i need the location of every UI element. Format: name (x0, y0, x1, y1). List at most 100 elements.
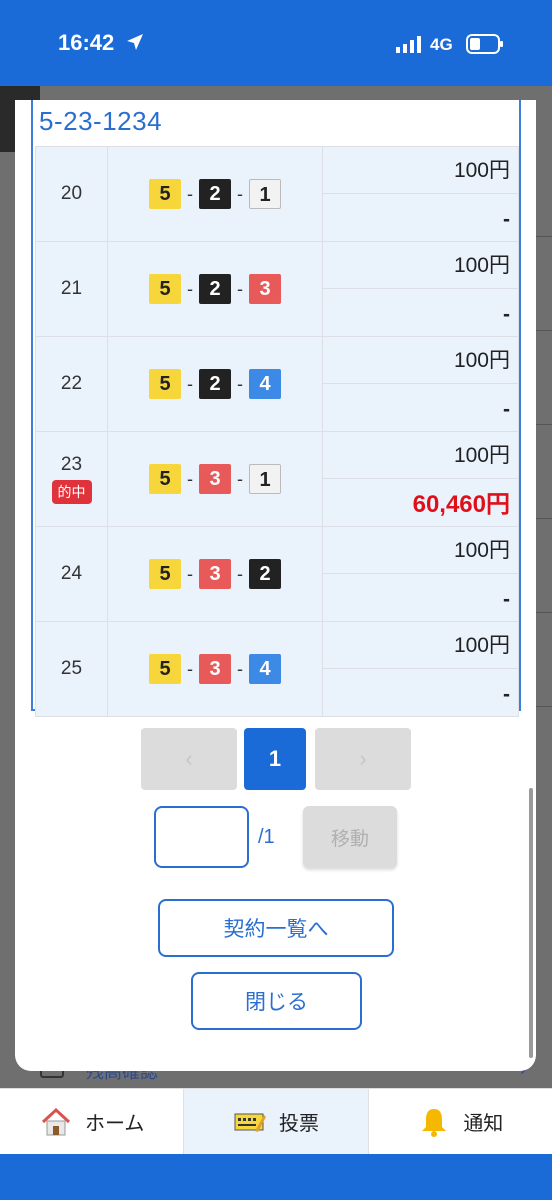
bet-number-cell: 23 的中 (35, 431, 108, 527)
bet-number: 20 (60, 183, 83, 204)
combo-separator: - (187, 563, 193, 584)
boat-number: 5 (149, 369, 181, 399)
page-prev-button[interactable]: ‹ (141, 728, 237, 790)
boat-combination: 5-3-2 (149, 559, 281, 589)
hit-badge: 的中 (51, 480, 92, 504)
home-indicator-area (0, 1154, 552, 1200)
amount-cell: 100円 - (322, 526, 519, 622)
bet-amount: 100円 (323, 527, 518, 574)
payout-amount: - (503, 588, 510, 611)
tab-bar: ホーム 投票 通知 (0, 1088, 552, 1154)
boat-number: 2 (199, 179, 231, 209)
status-bar: 16:42 4G (0, 0, 552, 86)
bell-icon (422, 1108, 447, 1137)
tab-vote[interactable]: 投票 (184, 1089, 369, 1154)
payout-amount: - (503, 398, 510, 421)
combination-cell: 5-2-4 (107, 336, 323, 432)
amount-cell: 100円 - (322, 241, 519, 337)
boat-number: 4 (249, 369, 281, 399)
bet-table: 20 5-2-1 100円 -21 5-2-3 100円 -22 5-2-4 100円 -23 的中… (35, 146, 519, 717)
combo-separator: - (237, 563, 243, 584)
bet-number: 23 (60, 454, 83, 475)
boat-number: 2 (199, 274, 231, 304)
tab-home-label: ホーム (84, 1113, 145, 1135)
amount-cell: 100円 - (322, 621, 519, 717)
move-button[interactable]: 移動 (303, 806, 397, 868)
boat-number: 5 (149, 274, 181, 304)
battery-icon (466, 34, 503, 54)
combo-separator: - (237, 468, 243, 489)
bet-number: 25 (60, 658, 83, 679)
boat-combination: 5-3-4 (149, 654, 281, 684)
boat-number: 1 (249, 179, 281, 209)
boat-combination: 5-3-1 (149, 464, 281, 494)
combo-separator: - (187, 183, 193, 204)
combo-separator: - (187, 278, 193, 299)
combo-separator: - (237, 658, 243, 679)
bet-number: 22 (60, 373, 83, 394)
bet-amount: 100円 (323, 242, 518, 289)
bet-row: 22 5-2-4 100円 - (35, 336, 519, 432)
network-label: 4G (430, 35, 453, 54)
payout-amount: - (503, 683, 510, 706)
scrollbar-thumb[interactable] (529, 788, 533, 1058)
boat-number: 1 (249, 464, 281, 494)
location-arrow-icon (127, 34, 143, 50)
page-total: /1 (258, 826, 275, 848)
ticket-detail-modal: 5-23-1234 20 5-2-1 100円 -21 5-2-3 100円 -22 5-2-… (15, 100, 536, 1071)
ticket-code: 5-23-1234 (39, 106, 163, 136)
bet-number: 21 (60, 278, 83, 299)
page-number-input[interactable] (154, 806, 249, 868)
page-next-button[interactable]: › (315, 728, 411, 790)
boat-number: 5 (149, 464, 181, 494)
combination-cell: 5-3-2 (107, 526, 323, 622)
tab-notify[interactable]: 通知 (369, 1089, 552, 1154)
bet-amount: 100円 (323, 337, 518, 384)
boat-combination: 5-2-1 (149, 179, 281, 209)
boat-number: 5 (149, 654, 181, 684)
boat-number: 3 (199, 464, 231, 494)
bet-amount: 100円 (323, 622, 518, 669)
bet-number: 24 (60, 563, 83, 584)
payout-amount: 60,460円 (412, 491, 510, 518)
bet-row: 25 5-3-4 100円 - (35, 621, 519, 717)
combination-cell: 5-3-1 (107, 431, 323, 527)
bet-row: 21 5-2-3 100円 - (35, 241, 519, 337)
payout-amount: - (503, 303, 510, 326)
bet-number-cell: 24 (35, 526, 108, 622)
boat-number: 5 (149, 559, 181, 589)
boat-number: 2 (199, 369, 231, 399)
boat-number: 3 (199, 654, 231, 684)
boat-combination: 5-2-4 (149, 369, 281, 399)
boat-combination: 5-2-3 (149, 274, 281, 304)
combination-cell: 5-3-4 (107, 621, 323, 717)
combo-separator: - (187, 373, 193, 394)
tab-home[interactable]: ホーム (0, 1089, 185, 1154)
tab-notify-label: 通知 (463, 1113, 504, 1135)
tab-vote-label: 投票 (278, 1113, 319, 1135)
combo-separator: - (237, 278, 243, 299)
bet-number-cell: 25 (35, 621, 108, 717)
combo-separator: - (187, 658, 193, 679)
bet-row: 23 的中 5-3-1 100円 60,460円 (35, 431, 519, 527)
signal-icon (396, 36, 421, 53)
combo-separator: - (237, 373, 243, 394)
close-button[interactable]: 閉じる (191, 972, 362, 1030)
page-current-button[interactable]: 1 (244, 728, 306, 790)
bet-row: 24 5-3-2 100円 - (35, 526, 519, 622)
contract-list-button[interactable]: 契約一覧へ (158, 899, 394, 957)
combination-cell: 5-2-3 (107, 241, 323, 337)
combo-separator: - (187, 468, 193, 489)
amount-cell: 100円 - (322, 336, 519, 432)
bet-number-cell: 22 (35, 336, 108, 432)
amount-cell: 100円 60,460円 (322, 431, 519, 527)
boat-number: 5 (149, 179, 181, 209)
bet-amount: 100円 (323, 147, 518, 194)
boat-number: 3 (249, 274, 281, 304)
bet-row: 20 5-2-1 100円 - (35, 146, 519, 242)
status-time: 16:42 (58, 30, 115, 55)
boat-number: 4 (249, 654, 281, 684)
ticket-result-box: 5-23-1234 20 5-2-1 100円 -21 5-2-3 100円 -22 5-2-… (31, 100, 521, 717)
bet-number-cell: 20 (35, 146, 108, 242)
boat-number: 2 (249, 559, 281, 589)
